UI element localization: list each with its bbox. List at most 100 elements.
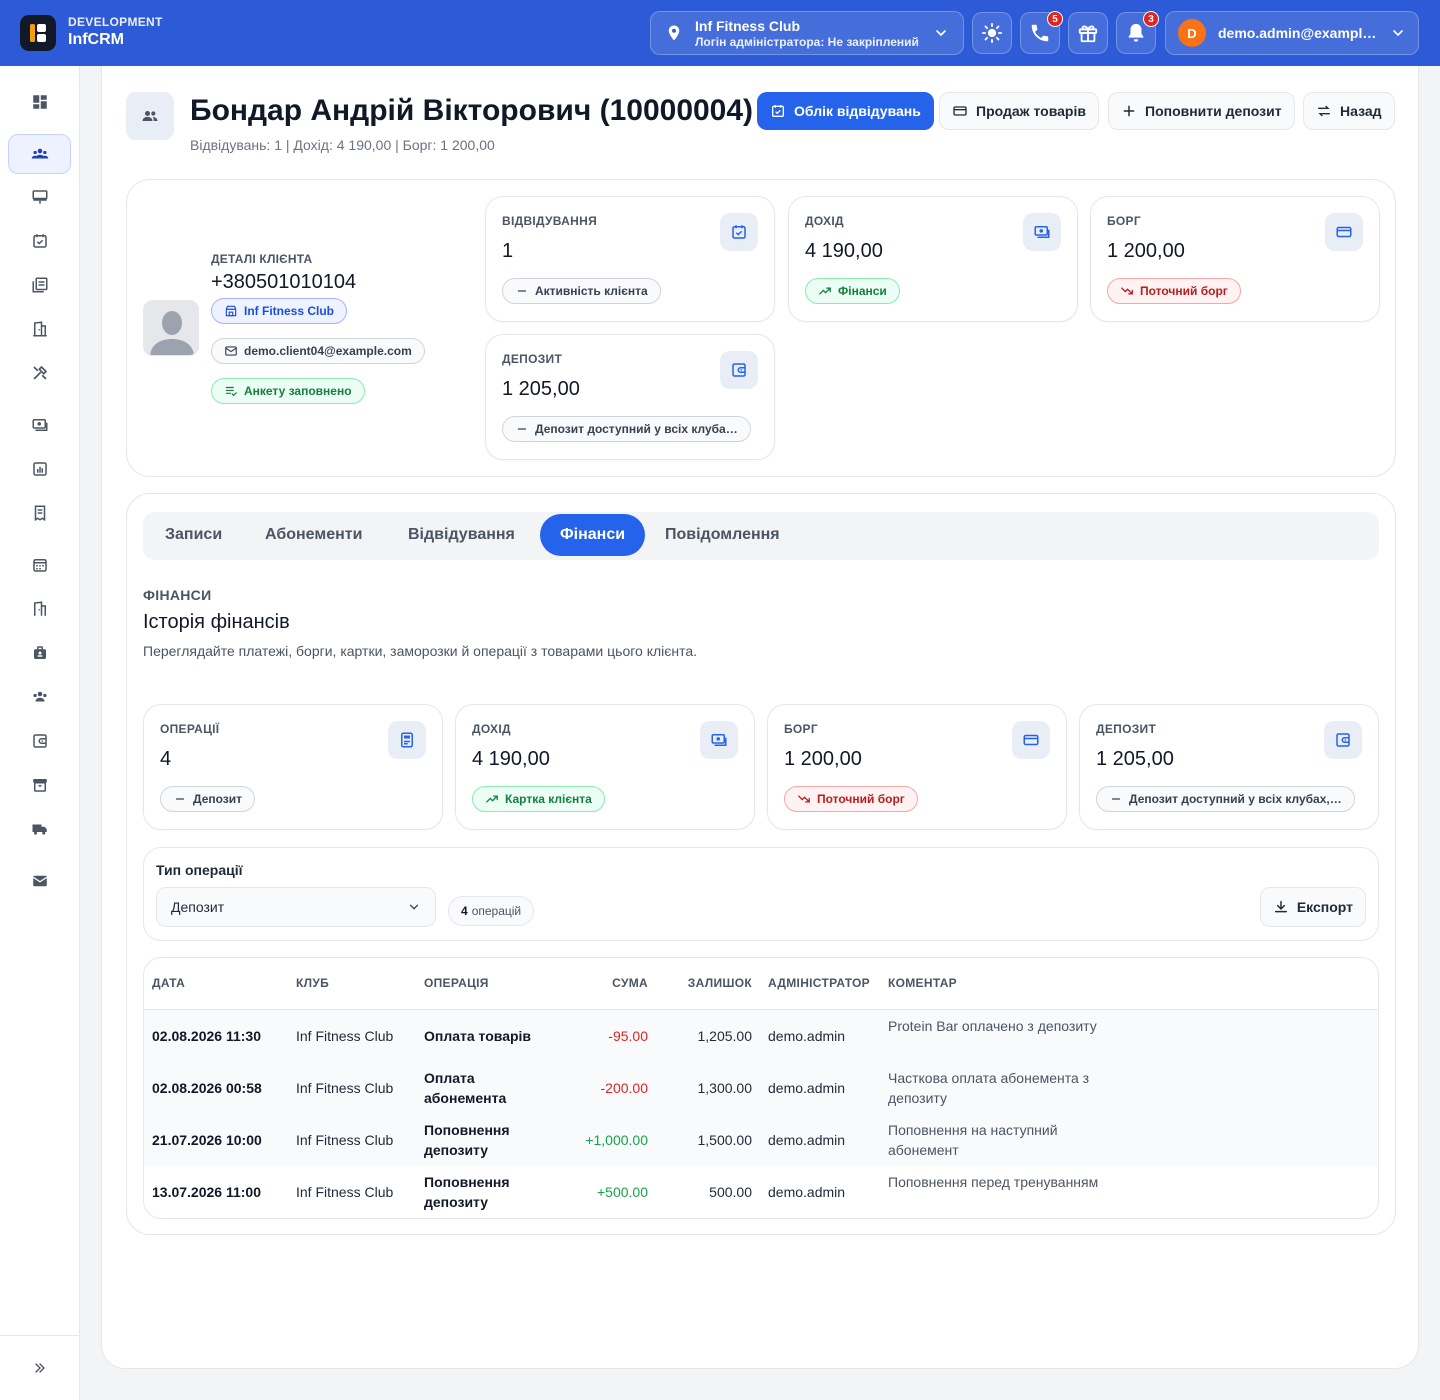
brand: DEVELOPMENT InfCRM xyxy=(68,15,163,49)
club-selector[interactable]: Inf Fitness Club Логін адміністратора: Н… xyxy=(650,11,964,55)
calendar-check-icon xyxy=(772,105,784,117)
tab-finances[interactable]: Фінанси xyxy=(540,514,646,556)
deposit-stat-value: 1 205,00 xyxy=(502,378,580,400)
sidebar-item-desk[interactable] xyxy=(8,177,71,217)
catalog-icon xyxy=(32,277,47,293)
sidebar-item-rooms[interactable] xyxy=(8,589,71,629)
sidebar-item-mail[interactable] xyxy=(8,861,71,901)
finance-section-description: Переглядайте платежі, борги, картки, зам… xyxy=(143,643,698,659)
col-operation[interactable]: ОПЕРАЦІЯ xyxy=(424,976,489,990)
tab-records[interactable]: Записи xyxy=(145,514,242,556)
row-balance: 500.00 xyxy=(709,1184,752,1200)
notifications-button[interactable]: 3 xyxy=(1116,11,1159,54)
user-menu-button[interactable]: D demo.admin@example.com xyxy=(1165,11,1419,55)
sidebar-item-cash[interactable] xyxy=(8,405,71,445)
gifts-button[interactable] xyxy=(1068,12,1108,54)
sun-icon xyxy=(981,22,1003,44)
row-operation: Поповнення депозиту xyxy=(424,1174,510,1210)
operations-stat-chip-label: Депозит xyxy=(193,792,243,806)
finance-deposit-stat-card: ДЕПОЗИТ 1 205,00 Депозит доступний у всі… xyxy=(1079,704,1379,830)
client-phone[interactable]: +380501010104 xyxy=(211,271,356,294)
cash-icon xyxy=(711,734,727,746)
row-comment: Поповнення на наступний абонемент xyxy=(888,1122,1058,1158)
finance-income-icon-box xyxy=(700,721,738,759)
table-row[interactable]: 21.07.2026 10:00 Inf Fitness Club Поповн… xyxy=(144,1114,1378,1166)
sidebar-item-doors[interactable] xyxy=(8,309,71,349)
sidebar-item-attendance[interactable] xyxy=(8,221,71,261)
building-icon xyxy=(32,321,47,337)
sidebar-item-dashboard[interactable] xyxy=(8,82,71,122)
back-button[interactable]: Назад xyxy=(1303,92,1395,130)
row-balance: 1,205.00 xyxy=(697,1028,753,1044)
calls-button[interactable]: 5 xyxy=(1020,11,1063,54)
table-header: ДАТА КЛУБ ОПЕРАЦІЯ СУМА ЗАЛИШОК АДМІНІСТ… xyxy=(144,958,1378,1010)
club-name: Inf Fitness Club xyxy=(695,17,800,34)
sidebar-item-clients[interactable] xyxy=(8,134,71,174)
col-balance[interactable]: ЗАЛИШОК xyxy=(688,976,752,990)
dash-icon xyxy=(517,428,527,430)
row-sum: -200.00 xyxy=(600,1080,648,1096)
sidebar-item-receipts[interactable] xyxy=(8,493,71,533)
sidebar-item-team[interactable] xyxy=(8,677,71,717)
operations-count-chip: 4 операцій xyxy=(448,896,535,926)
finance-income-chip-label: Картка клієнта xyxy=(505,792,592,806)
client-avatar xyxy=(143,300,199,356)
table-row[interactable]: 02.08.2026 00:58 Inf Fitness Club Оплата… xyxy=(144,1062,1378,1114)
cash-icon xyxy=(32,419,47,431)
operation-type-select[interactable]: Депозит xyxy=(156,887,436,927)
row-sum: +500.00 xyxy=(597,1184,648,1200)
sidebar-item-tools[interactable] xyxy=(8,353,71,393)
sidebar-item-wallet[interactable] xyxy=(8,721,71,761)
table-row[interactable]: 02.08.2026 11:30 Inf Fitness Club Оплата… xyxy=(144,1010,1378,1062)
row-balance: 1,500.00 xyxy=(697,1132,753,1148)
credit-card-icon xyxy=(1336,226,1352,238)
finance-debt-chip: Поточний борг xyxy=(784,786,918,812)
trending-down-icon xyxy=(798,795,810,803)
income-stat-chip: Фінанси xyxy=(805,278,900,304)
income-stat-icon-box xyxy=(1023,213,1061,251)
tab-memberships[interactable]: Абонементи xyxy=(245,514,382,556)
row-admin: demo.admin xyxy=(768,1080,846,1096)
calendar-check-icon xyxy=(732,225,746,239)
client-email-chip[interactable]: demo.client04@example.com xyxy=(211,338,425,364)
main-content: Бондар Андрій Вікторович (10000004) Відв… xyxy=(101,66,1419,1369)
row-club: Inf Fitness Club xyxy=(296,1028,394,1044)
deposit-stat-chip-label: Депозит доступний у всіх клуба… xyxy=(535,422,738,436)
form-status-chip: Анкету заповнено xyxy=(211,378,365,404)
tools-icon xyxy=(32,365,47,380)
tab-visits[interactable]: Відвідування xyxy=(388,514,535,556)
sidebar-item-schedule[interactable] xyxy=(8,545,71,585)
tab-messages[interactable]: Повідомлення xyxy=(645,514,800,556)
finance-table: ДАТА КЛУБ ОПЕРАЦІЯ СУМА ЗАЛИШОК АДМІНІСТ… xyxy=(143,957,1379,1219)
client-tabs-card: Записи Абонементи Відвідування Фінанси П… xyxy=(126,493,1396,1235)
dashboard-icon xyxy=(32,95,47,109)
col-admin[interactable]: АДМІНІСТРАТОР xyxy=(768,976,870,990)
sidebar-item-reports[interactable] xyxy=(8,449,71,489)
app-logo[interactable] xyxy=(20,15,56,51)
export-button[interactable]: Експорт xyxy=(1259,887,1366,927)
col-sum[interactable]: СУМА xyxy=(612,976,648,990)
col-comment[interactable]: КОМЕНТАР xyxy=(888,976,957,990)
sidebar-item-delivery[interactable] xyxy=(8,809,71,849)
table-row[interactable]: 13.07.2026 11:00 Inf Fitness Club Поповн… xyxy=(144,1166,1378,1218)
operation-type-value: Депозит xyxy=(171,899,225,915)
swap-arrows-icon xyxy=(1318,105,1330,117)
sidebar-expand-button[interactable] xyxy=(0,1335,79,1400)
row-date: 02.08.2026 11:30 xyxy=(152,1028,261,1044)
mail-icon xyxy=(225,346,237,356)
theme-toggle-button[interactable] xyxy=(972,12,1012,54)
col-date[interactable]: ДАТА xyxy=(152,976,185,990)
schedule-icon xyxy=(32,559,47,572)
sidebar-item-catalog[interactable] xyxy=(8,265,71,305)
sidebar-item-staff[interactable] xyxy=(8,633,71,673)
sidebar-item-archive[interactable] xyxy=(8,765,71,805)
top-up-deposit-button[interactable]: Поповнити депозит xyxy=(1108,92,1295,130)
credit-card-icon xyxy=(953,106,967,116)
row-comment: Поповнення перед тренуванням xyxy=(888,1174,1099,1190)
cash-icon xyxy=(1034,226,1050,238)
attendance-button[interactable]: Облік відвідувань xyxy=(757,92,934,130)
receipt-icon xyxy=(401,732,413,748)
col-club[interactable]: КЛУБ xyxy=(296,976,329,990)
sell-products-button[interactable]: Продаж товарів xyxy=(939,92,1099,130)
person-silhouette-icon xyxy=(144,301,198,355)
